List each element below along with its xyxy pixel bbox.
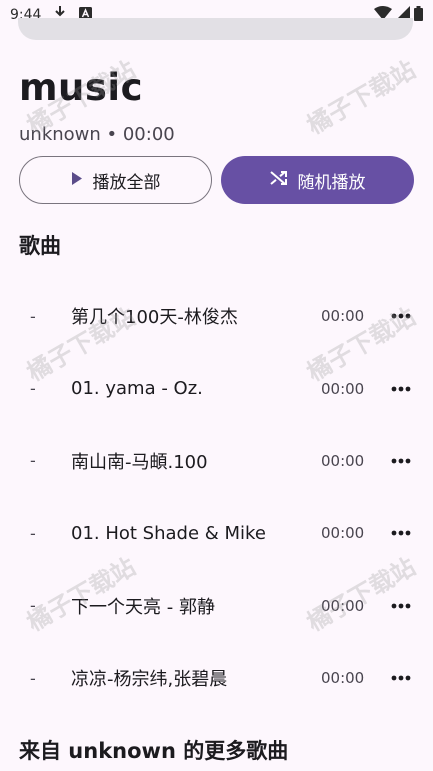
scroll-header-strip <box>18 18 413 40</box>
shuffle-button[interactable]: 随机播放 <box>221 156 414 204</box>
song-duration: 00:00 <box>321 379 365 398</box>
shuffle-icon <box>269 170 288 191</box>
play-icon <box>71 170 83 190</box>
song-number: - <box>30 523 36 543</box>
play-all-label: 播放全部 <box>92 172 161 193</box>
play-all-button[interactable]: 播放全部 <box>19 156 212 204</box>
battery-icon <box>414 5 423 25</box>
song-number: - <box>30 306 36 326</box>
more-horiz-icon[interactable] <box>384 444 418 478</box>
song-number: - <box>30 379 36 399</box>
song-title: 第几个100天-林俊杰 <box>71 307 238 329</box>
song-row[interactable]: - 南山南-马頔.100 00:00 <box>0 425 433 497</box>
more-horiz-icon[interactable] <box>384 372 418 406</box>
song-row[interactable]: - 下一个天亮 - 郭静 00:00 <box>0 570 433 642</box>
songs-section-title: 歌曲 <box>19 234 61 258</box>
song-number: - <box>30 596 36 616</box>
more-from-artist-title: 来自 unknown 的更多歌曲 <box>19 739 289 763</box>
song-title: 下一个天亮 - 郭静 <box>71 596 215 618</box>
song-row[interactable]: - 第几个100天-林俊杰 00:00 <box>0 280 433 352</box>
more-horiz-icon[interactable] <box>384 661 418 695</box>
song-title: 凉凉-杨宗纬,张碧晨 <box>71 669 228 691</box>
song-duration: 00:00 <box>321 596 365 615</box>
song-row[interactable]: - 01. yama - Oz. 00:00 <box>0 352 433 424</box>
watermark: 橘子下载站 <box>302 55 421 140</box>
album-meta: unknown • 00:00 <box>19 124 175 145</box>
song-row[interactable]: - 01. Hot Shade & Mike 00:00 <box>0 497 433 569</box>
more-horiz-icon[interactable] <box>384 516 418 550</box>
song-number: - <box>30 451 36 471</box>
song-title: 南山南-马頔.100 <box>71 451 208 473</box>
more-horiz-icon[interactable] <box>384 299 418 333</box>
song-row[interactable]: - 凉凉-杨宗纬,张碧晨 00:00 <box>0 642 433 714</box>
shuffle-label: 随机播放 <box>297 172 366 193</box>
song-duration: 00:00 <box>321 524 365 543</box>
song-duration: 00:00 <box>321 307 365 326</box>
song-title: 01. Hot Shade & Mike <box>71 522 266 544</box>
more-horiz-icon[interactable] <box>384 589 418 623</box>
song-duration: 00:00 <box>321 669 365 688</box>
song-title: 01. yama - Oz. <box>71 378 203 400</box>
album-title: music <box>19 66 144 109</box>
song-number: - <box>30 668 36 688</box>
song-duration: 00:00 <box>321 451 365 470</box>
song-list: - 第几个100天-林俊杰 00:00 - 01. yama - Oz. 00:… <box>0 280 433 714</box>
